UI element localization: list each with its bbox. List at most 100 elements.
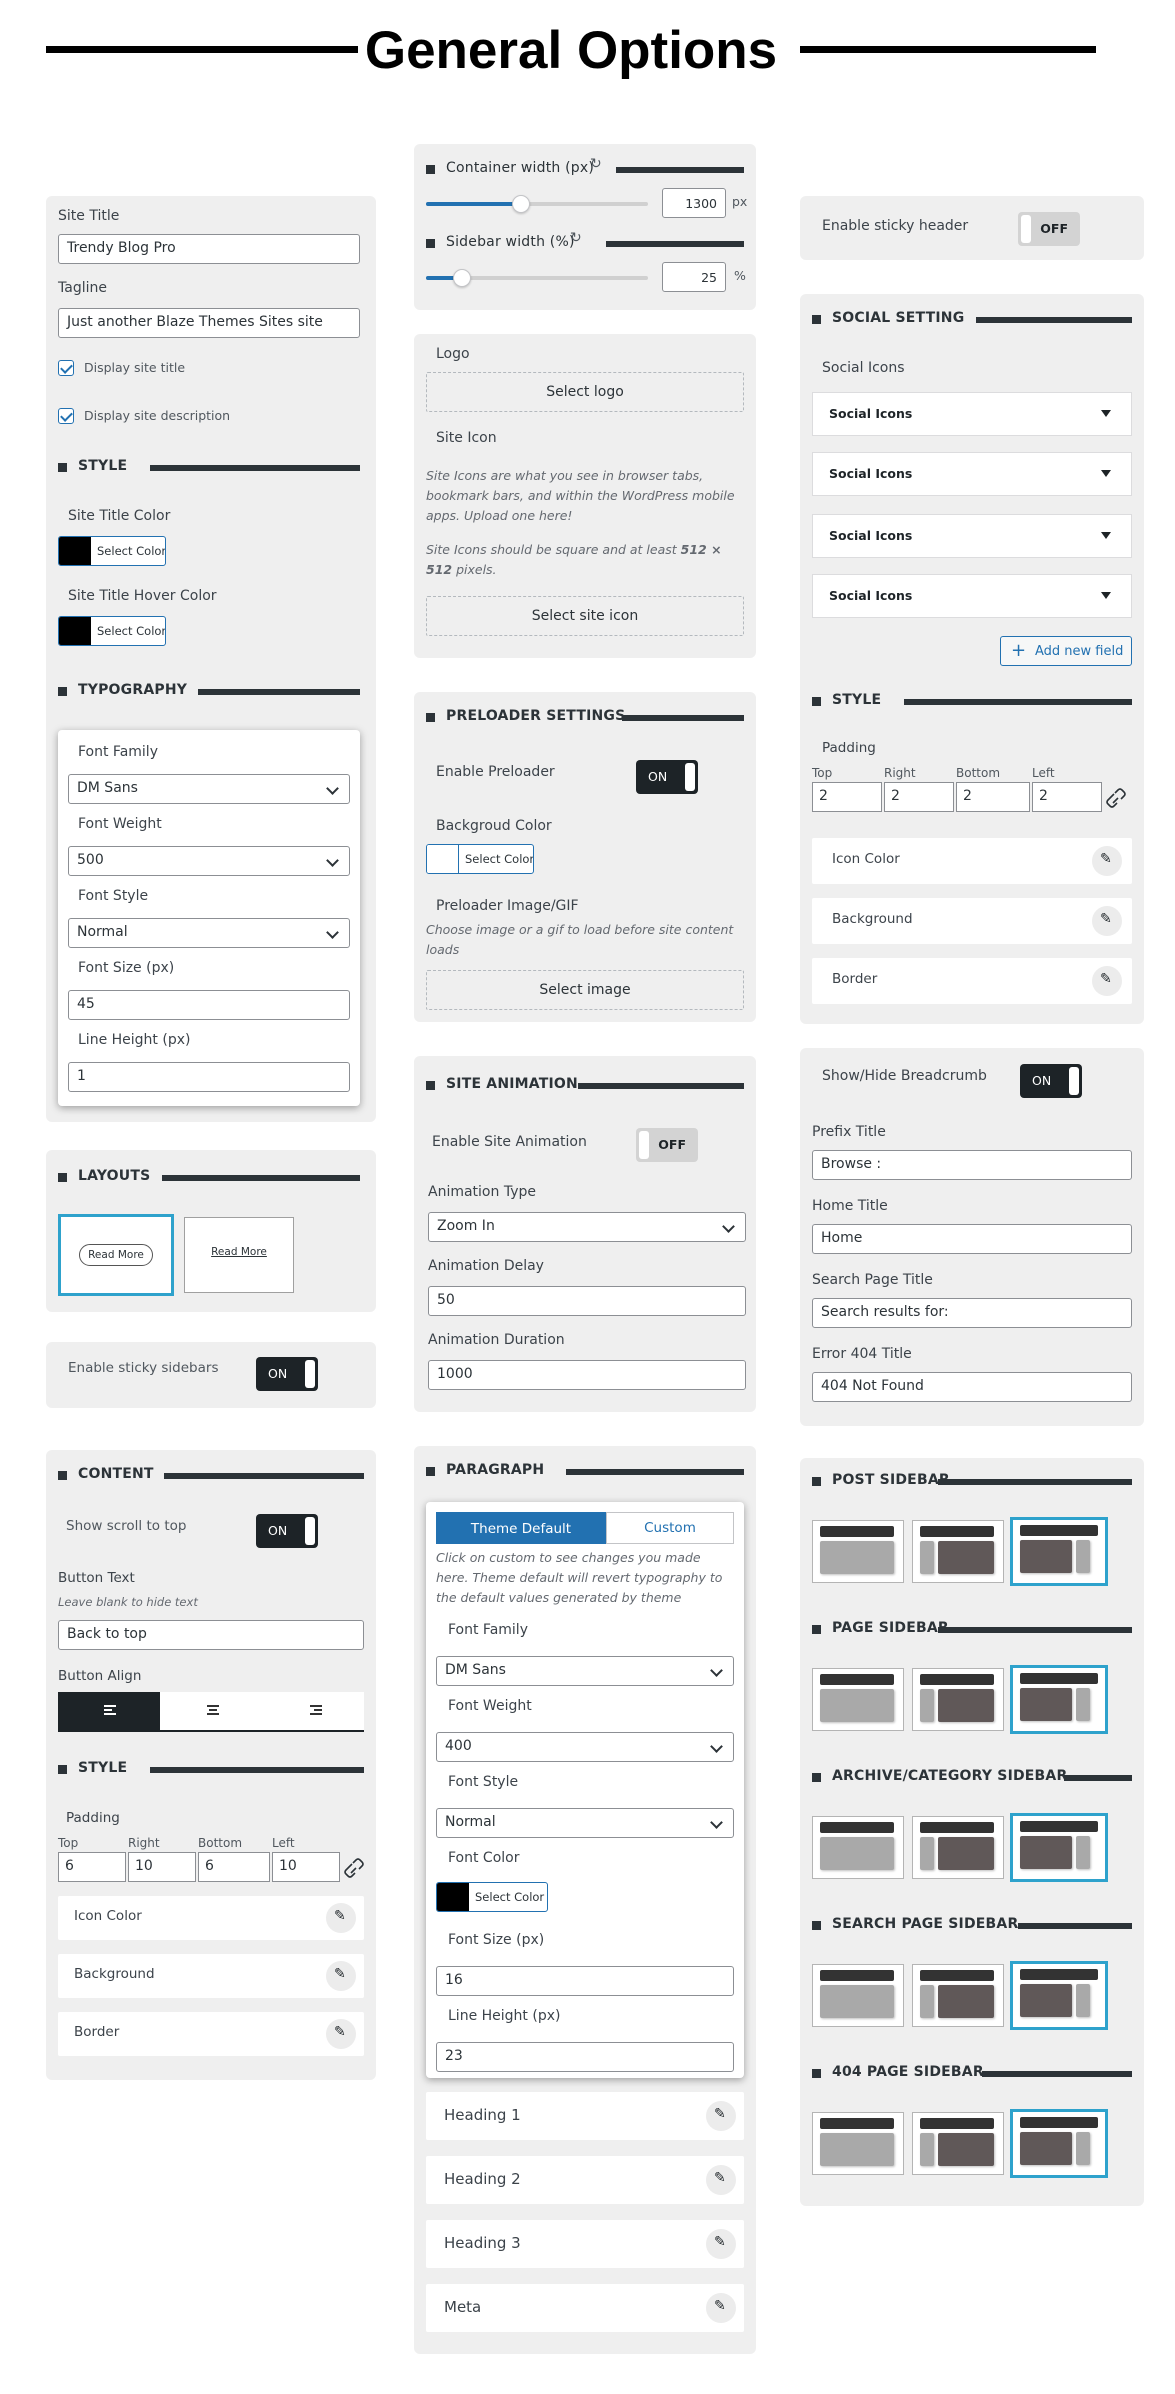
align-center-button[interactable] (160, 1692, 262, 1730)
archive-right-sidebar-option[interactable] (1010, 1813, 1108, 1882)
align-left-button[interactable] (58, 1692, 160, 1730)
search-left-sidebar-option[interactable] (912, 1964, 1004, 2027)
reset-icon[interactable]: ↻ (590, 156, 602, 172)
line-height-input[interactable]: 1 (68, 1062, 350, 1092)
edit-icon[interactable] (326, 1961, 356, 1991)
link-icon[interactable] (1106, 788, 1126, 808)
content-icon-color-row[interactable]: Icon Color (58, 1896, 364, 1940)
sidebar-width-slider[interactable] (426, 269, 648, 287)
page-left-sidebar-option[interactable] (912, 1668, 1004, 1731)
social-icons-item-3[interactable]: Social Icons (812, 514, 1132, 558)
font-style-select[interactable]: Normal (68, 918, 350, 948)
link-icon[interactable] (344, 1858, 364, 1878)
edit-icon[interactable] (1092, 906, 1122, 936)
social-icons-item-2[interactable]: Social Icons (812, 452, 1132, 496)
search-no-sidebar-option[interactable] (812, 1964, 904, 2027)
edit-icon[interactable] (706, 2165, 736, 2195)
display-title-checkbox[interactable] (58, 360, 74, 376)
font-size-input[interactable]: 45 (68, 990, 350, 1020)
post-right-sidebar-option[interactable] (1010, 1517, 1108, 1586)
heading-2-row[interactable]: Heading 2 (426, 2156, 744, 2204)
search-page-title-input[interactable]: Search results for: (812, 1298, 1132, 1328)
p-font-style-select[interactable]: Normal (436, 1808, 734, 1838)
edit-icon[interactable] (706, 2293, 736, 2323)
meta-row[interactable]: Meta (426, 2284, 744, 2332)
post-no-sidebar-option[interactable] (812, 1520, 904, 1583)
p-font-size-input[interactable]: 16 (436, 1966, 734, 1996)
pad-left-input[interactable]: 10 (272, 1852, 340, 1882)
e404-left-sidebar-option[interactable] (912, 2112, 1004, 2175)
p-font-family-select[interactable]: DM Sans (436, 1656, 734, 1686)
tab-theme-default[interactable]: Theme Default (436, 1512, 606, 1544)
preloader-bg-color-button[interactable]: Select Color (426, 844, 534, 874)
sidebar-width-input[interactable]: 25 (662, 262, 726, 292)
breadcrumb-toggle[interactable]: ON (1020, 1064, 1082, 1098)
site-title-color-button[interactable]: Select Color (58, 536, 166, 566)
home-title-input[interactable]: Home (812, 1224, 1132, 1254)
page-right-sidebar-option[interactable] (1010, 1665, 1108, 1734)
slider-handle[interactable] (452, 269, 471, 287)
animation-type-select[interactable]: Zoom In (428, 1212, 746, 1242)
sticky-sidebars-toggle[interactable]: ON (256, 1357, 318, 1391)
site-title-hover-color-button[interactable]: Select Color (58, 616, 166, 646)
font-weight-select[interactable]: 500 (68, 846, 350, 876)
reset-icon[interactable]: ↻ (570, 230, 582, 246)
heading-3-row[interactable]: Heading 3 (426, 2220, 744, 2268)
layout-option-rounded[interactable]: Read More (58, 1214, 174, 1296)
social-icon-color-row[interactable]: Icon Color (812, 838, 1132, 884)
button-text-input[interactable]: Back to top (58, 1620, 364, 1650)
animation-delay-input[interactable]: 50 (428, 1286, 746, 1316)
edit-icon[interactable] (1092, 846, 1122, 876)
e404-no-sidebar-option[interactable] (812, 2112, 904, 2175)
select-logo-button[interactable]: Select logo (426, 372, 744, 412)
search-right-sidebar-option[interactable] (1010, 1961, 1108, 2030)
container-width-input[interactable]: 1300 (662, 188, 726, 218)
social-pad-top-input[interactable]: 2 (812, 782, 882, 812)
archive-no-sidebar-option[interactable] (812, 1816, 904, 1879)
edit-icon[interactable] (326, 2019, 356, 2049)
content-background-row[interactable]: Background (58, 1954, 364, 1998)
social-pad-right-input[interactable]: 2 (884, 782, 954, 812)
select-site-icon-button[interactable]: Select site icon (426, 596, 744, 636)
pad-bottom-input[interactable]: 6 (198, 1852, 270, 1882)
select-image-button[interactable]: Select image (426, 970, 744, 1010)
display-desc-checkbox[interactable] (58, 408, 74, 424)
site-title-input[interactable]: Trendy Blog Pro (58, 234, 360, 264)
container-width-slider[interactable] (426, 195, 648, 213)
prefix-title-input[interactable]: Browse : (812, 1150, 1132, 1180)
heading-1-row[interactable]: Heading 1 (426, 2092, 744, 2140)
animation-duration-input[interactable]: 1000 (428, 1360, 746, 1390)
page-no-sidebar-option[interactable] (812, 1668, 904, 1731)
tagline-input[interactable]: Just another Blaze Themes Sites site (58, 308, 360, 338)
edit-icon[interactable] (706, 2101, 736, 2131)
social-pad-bottom-input[interactable]: 2 (956, 782, 1030, 812)
archive-left-sidebar-option[interactable] (912, 1816, 1004, 1879)
slider-handle[interactable] (512, 195, 531, 213)
social-background-row[interactable]: Background (812, 898, 1132, 944)
tab-custom[interactable]: Custom (606, 1512, 734, 1544)
edit-icon[interactable] (326, 1903, 356, 1933)
font-family-select[interactable]: DM Sans (68, 774, 350, 804)
layout-option-link[interactable]: Read More (184, 1217, 294, 1293)
enable-preloader-toggle[interactable]: ON (636, 760, 698, 794)
add-new-field-button[interactable]: + Add new field (1000, 636, 1132, 666)
social-icons-item-1[interactable]: Social Icons (812, 392, 1132, 436)
edit-icon[interactable] (1092, 966, 1122, 996)
scroll-to-top-toggle[interactable]: ON (256, 1514, 318, 1548)
p-font-weight-select[interactable]: 400 (436, 1732, 734, 1762)
post-left-sidebar-option[interactable] (912, 1520, 1004, 1583)
p-font-color-button[interactable]: Select Color (436, 1882, 548, 1912)
align-right-button[interactable] (262, 1692, 364, 1730)
edit-icon[interactable] (706, 2229, 736, 2259)
p-line-height-input[interactable]: 23 (436, 2042, 734, 2072)
error-404-title-input[interactable]: 404 Not Found (812, 1372, 1132, 1402)
pad-top-input[interactable]: 6 (58, 1852, 126, 1882)
social-border-row[interactable]: Border (812, 958, 1132, 1004)
social-icons-item-4[interactable]: Social Icons (812, 574, 1132, 618)
pad-right-input[interactable]: 10 (128, 1852, 196, 1882)
content-border-row[interactable]: Border (58, 2012, 364, 2056)
e404-right-sidebar-option[interactable] (1010, 2109, 1108, 2178)
enable-animation-toggle[interactable]: OFF (636, 1128, 698, 1162)
social-pad-left-input[interactable]: 2 (1032, 782, 1102, 812)
sticky-header-toggle[interactable]: OFF (1018, 212, 1080, 246)
